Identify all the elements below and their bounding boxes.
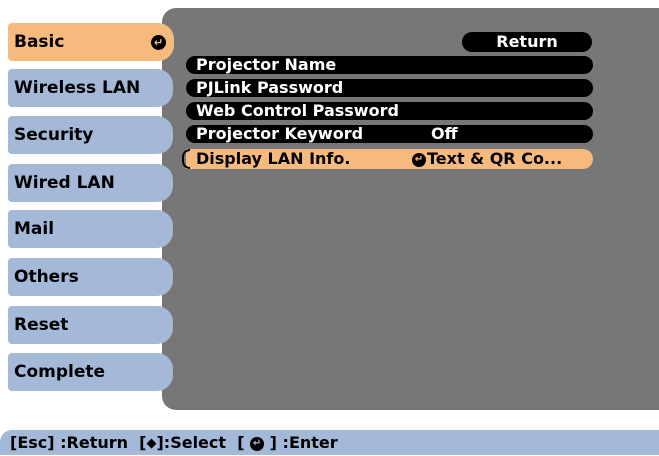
menu-item-pjlink-password[interactable]: PJLink Password [186,79,593,97]
menu-item-web-control-password[interactable]: Web Control Password [186,102,593,120]
tab-label: Wired LAN [14,173,115,193]
return-button[interactable]: Return [462,32,592,52]
menu-item-value-wrap: ↵ Text & QR Co... [412,149,562,169]
menu-item-projector-name[interactable]: Projector Name [186,56,593,74]
menu-item-value: Off [431,124,458,143]
tab-others[interactable]: Others [8,258,173,296]
tab-label: Mail [14,219,55,239]
help-esc: [Esc] :Return [10,433,129,452]
enter-icon: ↵ [412,152,426,167]
enter-icon: ↵ [151,34,166,50]
menu-item-label: PJLink Password [196,78,344,97]
tab-wireless-lan[interactable]: Wireless LAN [8,69,173,107]
tab-basic[interactable]: Basic ↵ [8,23,174,61]
tab-label: Basic [14,32,65,52]
tab-wired-lan[interactable]: Wired LAN [8,164,173,202]
help-enter: ] :Enter [269,433,338,452]
menu-item-label: Display LAN Info. [196,149,351,168]
menu-item-value: Text & QR Co... [427,149,563,168]
menu-item-label: Web Control Password [196,101,399,120]
tab-label: Others [14,267,79,287]
tab-label: Complete [14,362,106,382]
tab-label: Reset [14,315,69,335]
menu-item-projector-keyword[interactable]: Projector Keyword Off [186,125,593,143]
up-down-arrows-icon: ◆ [146,436,157,451]
tab-reset[interactable]: Reset [8,306,173,344]
menu-item-display-lan-info[interactable]: Display LAN Info. ↵ Text & QR Co... [182,149,593,169]
help-select: ]:Select [156,433,227,452]
menu-item-label: Projector Name [196,55,337,74]
enter-icon: ↵ [250,436,265,451]
return-label: Return [496,32,558,51]
tab-mail[interactable]: Mail [8,210,173,248]
help-bar: [Esc] :Return [◆]:Select [ ↵ ] :Enter [0,430,659,455]
tab-label: Wireless LAN [14,78,141,98]
tab-complete[interactable]: Complete [8,353,173,391]
menu-item-label: Projector Keyword [196,124,364,143]
tab-label: Security [14,125,94,145]
tab-security[interactable]: Security [8,116,173,154]
